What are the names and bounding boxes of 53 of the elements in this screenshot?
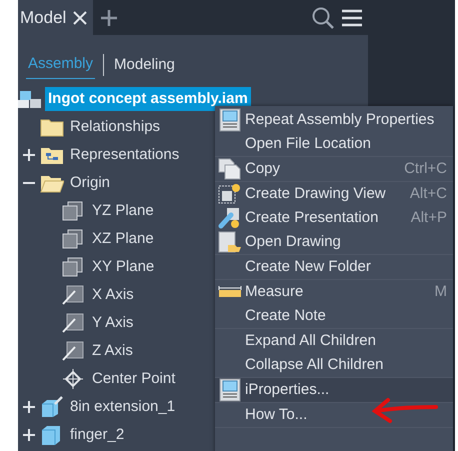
browser-tab[interactable]: Assembly: [26, 51, 96, 79]
menu-item[interactable]: iProperties...: [215, 378, 453, 402]
plane-icon: [62, 257, 84, 277]
axis-icon: [62, 313, 84, 333]
tree-item-label[interactable]: Y Axis: [89, 310, 136, 336]
model-tab[interactable]: Model: [18, 0, 94, 35]
presentation-icon: [218, 207, 242, 229]
menu-item[interactable]: Create Presentation Alt+P: [215, 206, 453, 230]
expand-icon[interactable]: [23, 429, 35, 441]
representations-icon: [40, 145, 64, 165]
properties-icon: [219, 108, 241, 132]
add-icon[interactable]: [101, 10, 118, 26]
tree-item-label[interactable]: YZ Plane: [89, 198, 157, 224]
open-folder-icon: [40, 173, 64, 193]
drawing-view-icon: [218, 183, 242, 205]
axis-icon: [62, 341, 84, 361]
plane-icon: [62, 229, 84, 249]
center-point-icon: [62, 369, 84, 389]
menu-item[interactable]: Open Drawing: [215, 230, 453, 254]
axis-icon: [62, 285, 84, 305]
annotation-arrow: [370, 395, 440, 425]
ruler-icon: [218, 285, 242, 299]
tree-item-label[interactable]: Relationships: [67, 114, 164, 140]
tree-item-label[interactable]: Origin: [67, 170, 114, 196]
tree-item-label[interactable]: XY Plane: [89, 254, 158, 280]
tree-item-label[interactable]: Z Axis: [89, 338, 136, 364]
menu-item[interactable]: How To...: [215, 403, 453, 427]
expand-icon[interactable]: [23, 401, 35, 413]
expand-icon[interactable]: [23, 149, 35, 161]
menu-item[interactable]: Create Note: [215, 304, 453, 328]
tree-item-label[interactable]: Center Point: [89, 366, 178, 392]
plane-icon: [62, 201, 84, 221]
pinned-part-icon: [40, 396, 64, 418]
tree-item-label[interactable]: X Axis: [89, 282, 137, 308]
menu-item[interactable]: Create New Folder: [215, 255, 453, 279]
search-icon[interactable]: [312, 6, 334, 28]
menu-item[interactable]: Expand All Children: [215, 329, 453, 353]
assembly-icon: [18, 89, 42, 109]
browser-tab[interactable]: Modeling: [112, 52, 177, 78]
tree-item-label[interactable]: XZ Plane: [89, 226, 157, 252]
menu-item[interactable]: Open File Location: [215, 132, 453, 156]
folder-icon: [40, 117, 64, 137]
open-drawing-icon: [218, 231, 242, 253]
tree-item-label[interactable]: finger_2: [67, 422, 128, 448]
menu-icon[interactable]: [342, 8, 362, 26]
copy-icon: [218, 158, 242, 180]
properties-icon: [219, 378, 241, 402]
menu-item[interactable]: Measure M: [215, 280, 453, 304]
menu-item[interactable]: Create Drawing View Alt+C: [215, 182, 453, 206]
tree-item-label[interactable]: 8in extension_1: [67, 394, 178, 420]
tree-item-label[interactable]: Representations: [67, 142, 182, 168]
menu-item[interactable]: Collapse All Children: [215, 353, 453, 377]
menu-item[interactable]: Copy Ctrl+C: [215, 157, 453, 181]
